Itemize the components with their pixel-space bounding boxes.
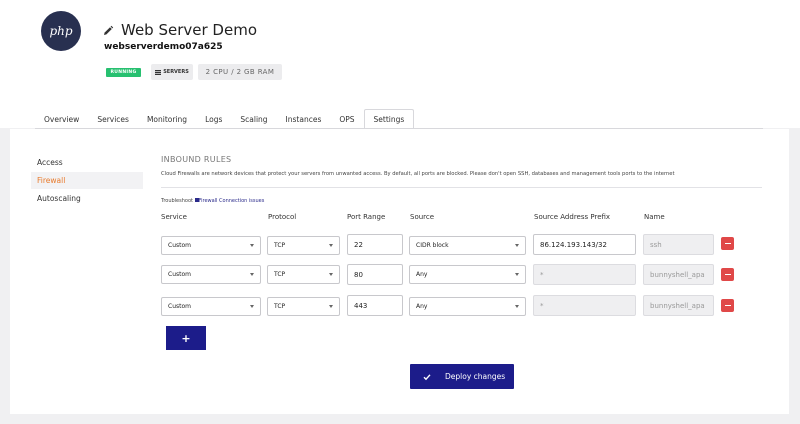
project-title: Web Server Demo	[121, 21, 257, 39]
column-header-source-prefix: Source Address Prefix	[534, 213, 611, 221]
servers-icon	[155, 69, 162, 75]
sidebar-item-access[interactable]: Access	[31, 154, 143, 171]
check-icon	[423, 373, 431, 380]
column-header-protocol: Protocol	[268, 213, 297, 221]
sidebar-item-autoscaling[interactable]: Autoscaling	[31, 190, 143, 207]
spec-badge: 2 CPU / 2 GB RAM	[198, 64, 282, 80]
chevron-down-icon	[250, 244, 254, 247]
deploy-label: Deploy changes	[445, 372, 506, 381]
section-heading: INBOUND RULES	[161, 155, 232, 164]
service-select[interactable]: Custom	[161, 297, 261, 316]
rule-name-input: ssh	[643, 234, 714, 255]
tab-services[interactable]: Services	[88, 109, 138, 129]
rule-name-input: bunnyshell_apa	[643, 264, 714, 285]
chevron-down-icon	[250, 273, 254, 276]
tab-scaling[interactable]: Scaling	[231, 109, 276, 129]
service-select[interactable]: Custom	[161, 236, 261, 255]
minus-icon	[724, 242, 731, 245]
rule-name-input: bunnyshell_apa	[643, 295, 714, 316]
section-description: Cloud Firewalls are network devices that…	[161, 171, 675, 177]
column-header-service: Service	[161, 213, 187, 221]
port-input[interactable]: 80	[347, 264, 403, 285]
deploy-changes-button[interactable]: Deploy changes	[410, 364, 514, 389]
chevron-down-icon	[515, 273, 519, 276]
tab-monitoring[interactable]: Monitoring	[138, 109, 196, 129]
tab-ops[interactable]: OPS	[330, 109, 363, 129]
chevron-down-icon	[515, 305, 519, 308]
column-header-port-range: Port Range	[347, 213, 386, 221]
delete-rule-button[interactable]	[721, 299, 734, 312]
divider	[161, 187, 762, 188]
source-prefix-input: *	[533, 295, 636, 316]
tab-overview[interactable]: Overview	[35, 109, 88, 129]
chevron-down-icon	[250, 305, 254, 308]
service-select[interactable]: Custom	[161, 265, 261, 284]
minus-icon	[724, 304, 731, 307]
source-prefix-input: *	[533, 264, 636, 285]
source-select[interactable]: CIDR block	[409, 236, 526, 255]
troubleshoot-link[interactable]: Firewall Connection issues	[194, 198, 264, 204]
source-select[interactable]: Any	[409, 265, 526, 284]
add-rule-button[interactable]: +	[166, 326, 206, 350]
chevron-down-icon	[329, 305, 333, 308]
port-input[interactable]: 443	[347, 295, 403, 316]
troubleshoot-text: Troubleshoot Firewall Connection issues	[161, 198, 265, 204]
php-logo: php	[41, 11, 81, 51]
tab-settings[interactable]: Settings	[363, 109, 415, 129]
settings-sidebar: Access Firewall Autoscaling	[31, 154, 143, 208]
project-id: webserverdemo07a625	[104, 42, 223, 52]
pencil-icon[interactable]	[102, 25, 114, 37]
tab-logs[interactable]: Logs	[196, 109, 231, 129]
delete-rule-button[interactable]	[721, 268, 734, 281]
chevron-down-icon	[329, 273, 333, 276]
column-header-source: Source	[410, 213, 435, 221]
delete-rule-button[interactable]	[721, 237, 734, 250]
chevron-down-icon	[329, 244, 333, 247]
servers-badge: SERVERS	[151, 64, 193, 80]
tab-instances[interactable]: Instances	[277, 109, 331, 129]
tab-bar: Overview Services Monitoring Logs Scalin…	[35, 109, 415, 129]
protocol-select[interactable]: TCP	[267, 236, 340, 255]
protocol-select[interactable]: TCP	[267, 297, 340, 316]
source-select[interactable]: Any	[409, 297, 526, 316]
column-header-name: Name	[644, 213, 665, 221]
chevron-down-icon	[515, 244, 519, 247]
sidebar-item-firewall[interactable]: Firewall	[31, 172, 143, 189]
protocol-select[interactable]: TCP	[267, 265, 340, 284]
port-input[interactable]: 22	[347, 234, 403, 255]
minus-icon	[724, 273, 731, 276]
status-badge: RUNNING	[106, 68, 141, 77]
source-prefix-input[interactable]: 86.124.193.143/32	[533, 234, 636, 255]
